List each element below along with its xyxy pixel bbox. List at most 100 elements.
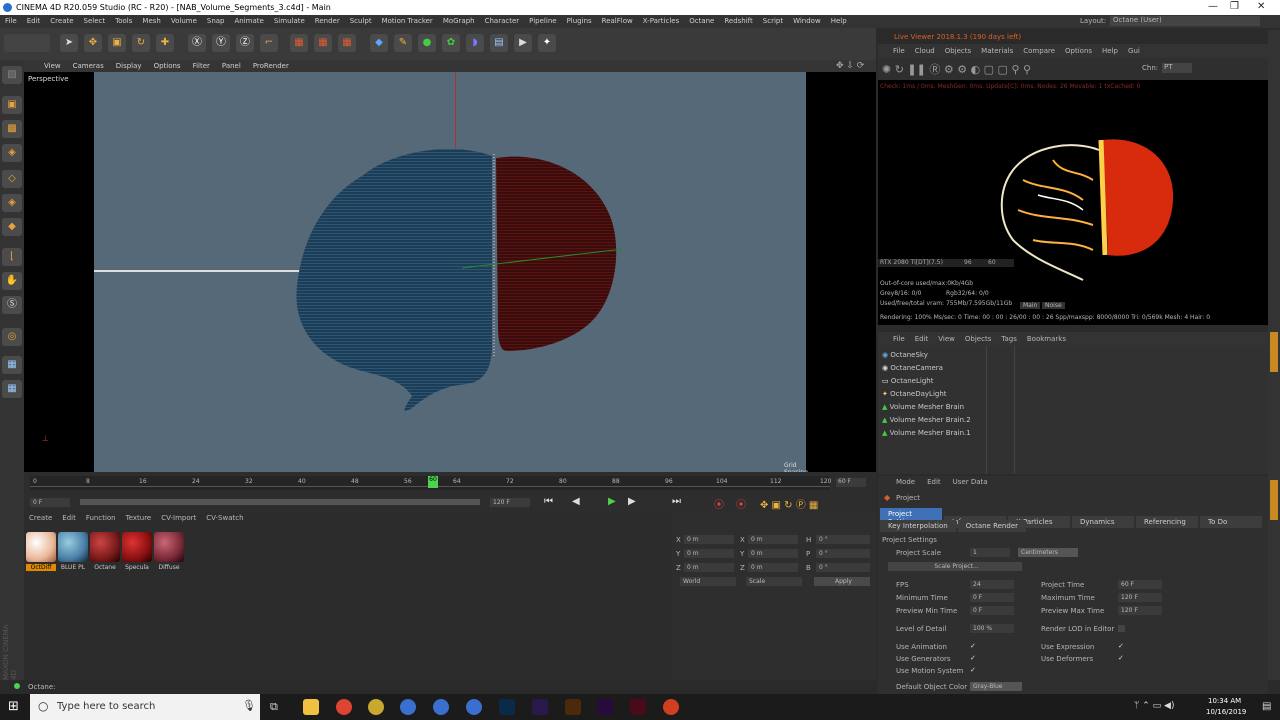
cinema4d-icon[interactable]	[433, 699, 449, 715]
menu-script[interactable]: Script	[758, 15, 788, 28]
range-slider[interactable]	[80, 499, 480, 505]
floor-icon[interactable]: ▤	[490, 34, 508, 52]
end-frame-field[interactable]: 120 F	[490, 498, 530, 507]
object-row[interactable]: ▲ Volume Mesher Brain	[882, 401, 1262, 414]
object-row[interactable]: ▭ OctaneLight	[882, 375, 1262, 388]
select-icon[interactable]: ➤	[60, 34, 78, 52]
app-icon-1[interactable]	[368, 699, 384, 715]
start-icon[interactable]: ⊞	[8, 699, 19, 714]
play-icon[interactable]: ▶	[608, 496, 616, 507]
cinema4d-icon-2[interactable]	[466, 699, 482, 715]
object-row[interactable]: ▲ Volume Mesher Brain.2	[882, 414, 1262, 427]
cloner-icon[interactable]: ✿	[442, 34, 460, 52]
fps-field[interactable]: 24	[970, 580, 1014, 589]
rotate-icon[interactable]: ↻	[132, 34, 150, 52]
menu-edit[interactable]: Edit	[22, 15, 46, 28]
preview-min-field[interactable]: 0 F	[970, 606, 1014, 615]
vp-menu-display[interactable]: Display	[110, 60, 148, 72]
search-box[interactable]: ○ Type here to search 🎙	[30, 694, 260, 720]
tab-to-do[interactable]: To Do	[1200, 516, 1262, 528]
max-time-field[interactable]: 120 F	[1118, 593, 1162, 602]
render-picture-icon[interactable]: ▦	[314, 34, 332, 52]
vp-menu-options[interactable]: Options	[148, 60, 187, 72]
layout-dropdown[interactable]: Octane (User)	[1110, 16, 1260, 26]
system-tray-icons[interactable]: ᛘ ⌃ ▭ ◀)	[1134, 701, 1174, 711]
object-row[interactable]: ▲ Volume Mesher Brain.1	[882, 427, 1262, 440]
menu-xparticles[interactable]: X-Particles	[638, 15, 684, 28]
scale-project-button[interactable]: Scale Project...	[888, 562, 1022, 571]
vp-menu-panel[interactable]: Panel	[216, 60, 247, 72]
tab-referencing[interactable]: Referencing	[1136, 516, 1198, 528]
object-row[interactable]: ✦ OctaneDayLight	[882, 388, 1262, 401]
coord-rot-p[interactable]: 0 °	[816, 549, 870, 558]
menu-select[interactable]: Select	[79, 15, 111, 28]
menu-pipeline[interactable]: Pipeline	[524, 15, 561, 28]
menu-simulate[interactable]: Simulate	[269, 15, 310, 28]
render-view-icon[interactable]: ▦	[290, 34, 308, 52]
mat-menu-cv-swatch[interactable]: CV-Swatch	[201, 514, 248, 522]
use-motion-checkbox[interactable]: ✓	[970, 666, 976, 674]
pen-icon[interactable]: ✎	[394, 34, 412, 52]
coord-pos-z[interactable]: 0 m	[684, 563, 734, 572]
next-key-icon[interactable]: ▶	[628, 496, 636, 507]
tab-dynamics[interactable]: Dynamics	[1072, 516, 1134, 528]
vp-menu-prorender[interactable]: ProRender	[247, 60, 295, 72]
menu-snap[interactable]: Snap	[202, 15, 230, 28]
scale-icon[interactable]: ▣	[108, 34, 126, 52]
menu-window[interactable]: Window	[788, 15, 826, 28]
lv-menu-file[interactable]: File	[888, 44, 910, 58]
lv-menu-options[interactable]: Options	[1060, 44, 1097, 58]
timeline[interactable]: 0 8 16 24 32 40 48 56 60 64 72 80 88 96 …	[24, 472, 876, 512]
polygons-mode-icon[interactable]: ◆	[2, 218, 22, 236]
menu-sculpt[interactable]: Sculpt	[345, 15, 377, 28]
model-mode-icon[interactable]: ▣	[2, 96, 22, 114]
texture-mode-icon[interactable]: ▩	[2, 120, 22, 138]
cube-icon[interactable]: ◆	[370, 34, 388, 52]
brain-mesh[interactable]	[292, 146, 622, 416]
obj-menu-file[interactable]: File	[888, 332, 910, 346]
timeline-ruler[interactable]: 0 8 16 24 32 40 48 56 60 64 72 80 88 96 …	[30, 476, 831, 490]
app-icon-2[interactable]	[400, 699, 416, 715]
add-icon[interactable]: ✚	[156, 34, 174, 52]
maximize-icon[interactable]: ❐	[1230, 1, 1239, 12]
indesign-icon[interactable]	[630, 699, 646, 715]
menu-file[interactable]: File	[0, 15, 22, 28]
project-scale-field[interactable]: 1	[970, 548, 1010, 557]
render-lod-checkbox[interactable]	[1118, 625, 1125, 632]
task-view-icon[interactable]: ⧉	[270, 700, 278, 714]
use-generators-checkbox[interactable]: ✓	[970, 654, 976, 662]
photoshop-icon[interactable]	[499, 699, 515, 715]
material-swatch[interactable]	[154, 532, 184, 562]
use-expression-checkbox[interactable]: ✓	[1118, 642, 1124, 650]
solo-icon[interactable]: ▦	[2, 380, 22, 398]
object-row[interactable]: ◉ OctaneSky	[882, 349, 1262, 362]
menu-render[interactable]: Render	[310, 15, 345, 28]
live-viewer-render[interactable]: Check: 1ms / 0ms. MeshGen: 0ms. Update[C…	[878, 80, 1268, 325]
microphone-icon[interactable]: 🎙	[242, 699, 256, 712]
lv-menu-compare[interactable]: Compare	[1018, 44, 1060, 58]
viewport-render-area[interactable]: Grid Spacing : 3.937 in	[94, 72, 808, 490]
menu-tools[interactable]: Tools	[110, 15, 137, 28]
object-row[interactable]: ◉ OctaneCamera	[882, 362, 1262, 375]
menu-plugins[interactable]: Plugins	[562, 15, 597, 28]
attributes-side-tab[interactable]	[1270, 480, 1278, 520]
obj-menu-bookmarks[interactable]: Bookmarks	[1022, 332, 1071, 346]
current-frame-field[interactable]: 60 F	[836, 478, 866, 487]
coord-mode-dropdown[interactable]: Scale	[746, 577, 802, 586]
lv-tool-icons[interactable]: ✺ ↻ ❚❚ Ⓡ ⚙ ⚙ ◐ ▢ ▢ ⚲ ⚲	[882, 61, 1031, 77]
notifications-icon[interactable]: ▤	[1262, 701, 1271, 712]
menu-mograph[interactable]: MoGraph	[438, 15, 480, 28]
record-icon[interactable]: ⦿	[714, 496, 724, 511]
tab-octane-render[interactable]: Octane Render	[957, 520, 1026, 532]
use-deformers-checkbox[interactable]: ✓	[1118, 654, 1124, 662]
deformer-icon[interactable]: ◗	[466, 34, 484, 52]
mat-menu-create[interactable]: Create	[24, 514, 57, 522]
axis-mode-icon[interactable]: ⌊	[2, 248, 22, 266]
coord-rot-h[interactable]: 0 °	[816, 535, 870, 544]
menu-character[interactable]: Character	[480, 15, 525, 28]
lv-menu-cloud[interactable]: Cloud	[910, 44, 940, 58]
keyframe-icons[interactable]: ✥ ▣ ↻ Ⓟ ▦	[760, 496, 818, 511]
mat-menu-edit[interactable]: Edit	[57, 514, 81, 522]
vp-menu-cameras[interactable]: Cameras	[67, 60, 110, 72]
chrome-icon[interactable]	[336, 699, 352, 715]
